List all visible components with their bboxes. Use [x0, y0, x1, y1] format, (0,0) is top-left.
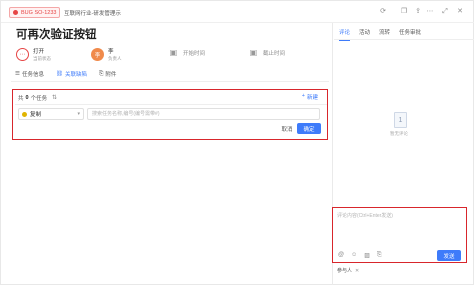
participants-label: 参与人 — [337, 268, 353, 274]
calendar-icon: ▣ — [169, 48, 178, 57]
bug-tag[interactable]: BUG SO-1233 — [9, 7, 61, 18]
emoji-icon[interactable]: ☺ — [351, 252, 357, 259]
attach-icon[interactable]: ⎘ — [377, 252, 382, 259]
confirm-button[interactable]: 确定 — [297, 123, 321, 134]
more-icon[interactable]: ⋯ — [426, 8, 434, 16]
top-bar: BUG SO-1233 互联网行业-研发管理示 ⟳ ❐ ⇪ ⋯ ⤢ ✕ — [1, 1, 474, 23]
start-time-field[interactable]: ▣ 开始时间 — [168, 47, 205, 58]
send-button[interactable]: 发送 — [437, 250, 461, 261]
maximize-icon[interactable]: ⤢ — [441, 8, 449, 16]
tabs-divider — [11, 81, 329, 82]
new-relation-button[interactable]: + 新建 — [302, 93, 318, 101]
type-dot-icon — [22, 111, 27, 117]
comment-input[interactable] — [337, 211, 463, 248]
cancel-button[interactable]: 取消 — [280, 124, 294, 133]
breadcrumb[interactable]: 互联网行业-研发管理示 — [64, 9, 121, 17]
info-icon: ☰ — [15, 71, 20, 77]
avatar: 李 — [91, 48, 104, 61]
task-detail-window: BUG SO-1233 互联网行业-研发管理示 ⟳ ❐ ⇪ ⋯ ⤢ ✕ 可再次验… — [0, 0, 474, 285]
bug-icon — [13, 10, 18, 15]
relation-divider — [15, 104, 327, 105]
right-tabs-divider — [334, 39, 474, 40]
copy-icon[interactable]: ❐ — [400, 8, 408, 16]
status-icon: ⋯ — [16, 48, 29, 61]
share-icon[interactable]: ⇪ — [414, 8, 422, 16]
mention-icon[interactable]: @ — [338, 252, 344, 259]
relation-type-value: 复制 — [30, 112, 42, 118]
link-icon: ⛓ — [55, 71, 63, 77]
relation-type-select[interactable]: 复制 ▾ — [18, 108, 84, 120]
end-time-placeholder: 截止时间 — [263, 50, 286, 57]
status-field[interactable]: ⋯ 打开 当前状态 — [16, 47, 51, 62]
assignee-field[interactable]: 李 李 负责人 — [91, 47, 122, 62]
chevron-down-icon: ▾ — [77, 111, 80, 117]
attachment-icon: ⎘ — [98, 70, 104, 77]
plus-icon: + — [301, 93, 305, 99]
assignee-label: 负责人 — [108, 56, 122, 61]
image-icon[interactable]: ▨ — [364, 252, 370, 259]
history-icon[interactable]: ⟳ — [379, 8, 387, 16]
start-time-placeholder: 开始时间 — [183, 50, 206, 57]
status-label: 当前状态 — [33, 56, 51, 61]
sort-icon[interactable]: ⇅ — [52, 94, 57, 101]
task-search-input[interactable] — [87, 108, 320, 120]
relation-count: 共 0 个任务 — [18, 95, 48, 102]
end-time-field[interactable]: ▣ 截止时间 — [248, 47, 285, 58]
comment-toolbar: @ ☺ ▨ ⎘ — [338, 252, 382, 259]
calendar-icon: ▣ — [249, 48, 258, 57]
empty-comments-icon: 1 — [394, 112, 407, 128]
empty-comments-text: 暂无评论 — [390, 131, 408, 136]
assignee-name: 李 — [108, 49, 114, 55]
status-value: 打开 — [33, 49, 45, 55]
close-icon[interactable]: ✕ — [355, 268, 359, 274]
bug-tag-text: BUG SO-1233 — [21, 9, 57, 16]
participants[interactable]: 参与人 ✕ — [337, 267, 359, 275]
task-title[interactable]: 可再次验证按钮 — [16, 26, 97, 42]
close-icon[interactable]: ✕ — [456, 8, 464, 16]
